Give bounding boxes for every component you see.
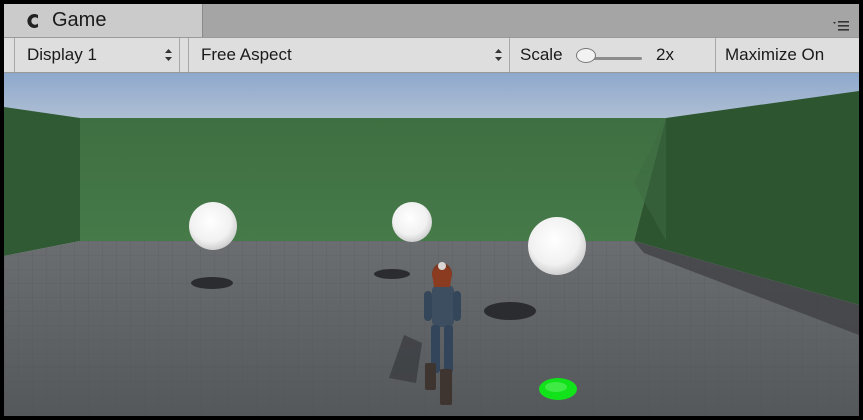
sphere-shadow xyxy=(484,302,536,320)
dropdown-arrows-icon xyxy=(165,49,172,61)
sphere-shadow xyxy=(191,277,233,289)
game-viewport[interactable] xyxy=(4,73,859,416)
unity-game-icon xyxy=(27,14,38,28)
scale-control: Scale 2x xyxy=(510,38,716,72)
scale-value: 2x xyxy=(656,45,674,64)
tab-game[interactable]: Game xyxy=(4,4,203,37)
back-wall xyxy=(80,118,666,241)
tab-title: Game xyxy=(52,9,107,31)
aspect-dropdown-value: Free Aspect xyxy=(201,45,292,64)
maximize-label: Maximize On xyxy=(725,45,825,64)
game-toolbar: Display 1 Free Aspect Scale 2x Maximize … xyxy=(4,37,859,73)
scale-slider-thumb[interactable] xyxy=(576,48,596,63)
game-scene xyxy=(4,73,859,416)
sphere xyxy=(189,202,237,250)
sphere-shadow xyxy=(374,269,410,279)
tab-bar: Game xyxy=(4,4,859,37)
sphere xyxy=(528,217,586,275)
scale-slider-track[interactable] xyxy=(588,57,642,60)
aspect-dropdown[interactable]: Free Aspect xyxy=(188,38,510,72)
target-marker-highlight xyxy=(545,382,567,392)
game-window: Game Display 1 Free Aspect Scale 2x Maxi… xyxy=(4,4,859,416)
display-dropdown-value: Display 1 xyxy=(27,45,97,64)
maximize-on-play-toggle[interactable]: Maximize On xyxy=(716,38,859,72)
panel-menu-icon[interactable] xyxy=(833,20,849,32)
sphere xyxy=(392,202,432,242)
scale-label: Scale xyxy=(520,45,563,64)
display-dropdown[interactable]: Display 1 xyxy=(14,38,180,72)
left-wall xyxy=(4,107,80,256)
dropdown-arrows-icon xyxy=(495,49,502,61)
